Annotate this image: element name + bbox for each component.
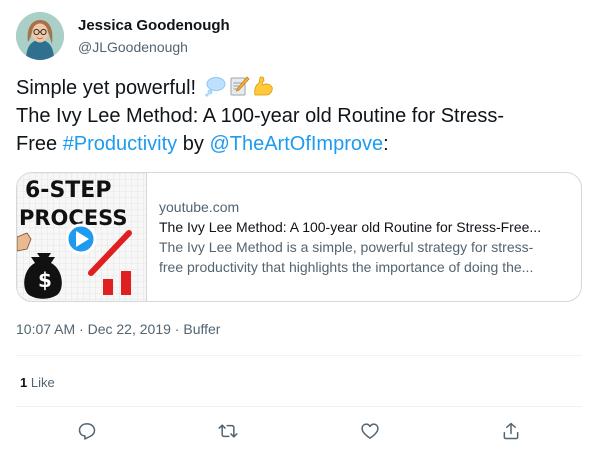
share-icon: [503, 422, 519, 440]
retweet-icon: [218, 424, 238, 438]
like-button[interactable]: [355, 416, 385, 446]
video-thumbnail-image: 6-STEP PROCESS $: [17, 173, 146, 301]
user-handle[interactable]: @JLGoodenough: [78, 37, 230, 57]
tweet-line-3-prefix: Free: [16, 133, 63, 155]
tweet-text: Simple yet powerful! The Ivy Lee Method:…: [16, 74, 586, 158]
retweet-button[interactable]: [213, 416, 243, 446]
card-description-line2: free productivity that highlights the im…: [159, 259, 534, 275]
thumbnail-title-line1: 6-STEP: [25, 178, 111, 203]
tweet-line-1: Simple yet powerful!: [16, 77, 197, 99]
hashtag-link[interactable]: #Productivity: [63, 133, 178, 155]
tweet-line-2: The Ivy Lee Method: A 100-year old Routi…: [16, 105, 505, 127]
card-title: The Ivy Lee Method: A 100-year old Routi…: [159, 219, 542, 235]
likes-label: Like: [27, 375, 55, 390]
tweet-source[interactable]: Buffer: [183, 321, 220, 337]
like-icon: [361, 423, 379, 439]
memo-icon: [228, 75, 250, 97]
display-name[interactable]: Jessica Goodenough: [78, 16, 230, 36]
tweet-header: Jessica Goodenough @JLGoodenough: [16, 12, 230, 60]
share-button[interactable]: [496, 416, 526, 446]
thumbnail-bag-symbol: $: [38, 268, 52, 292]
meta-separator: ·: [170, 321, 184, 337]
card-description-line1: The Ivy Lee Method is a simple, powerful…: [159, 239, 534, 255]
tweet-actions: [16, 416, 582, 446]
tweet-by-text: by: [177, 133, 210, 155]
mention-link[interactable]: @TheArtOfImprove: [209, 133, 383, 155]
tweet-date[interactable]: Dec 22, 2019: [88, 321, 171, 337]
meta-separator: ·: [75, 321, 88, 337]
link-card[interactable]: 6-STEP PROCESS $ youtube.com The Ivy Lee…: [16, 172, 582, 302]
tweet-time[interactable]: 10:07 AM: [16, 321, 75, 337]
tweet-stats[interactable]: 1 Like: [20, 374, 55, 392]
reply-button[interactable]: [72, 416, 102, 446]
divider: [16, 355, 582, 356]
divider: [16, 406, 582, 407]
avatar[interactable]: [16, 12, 64, 60]
thought-balloon-icon: [204, 75, 226, 97]
person-avatar-icon: [16, 12, 64, 60]
tweet-suffix: :: [383, 133, 389, 155]
flexed-biceps-icon: [252, 75, 274, 97]
tweet-meta: 10:07 AM · Dec 22, 2019 · Buffer: [16, 320, 220, 338]
reply-icon: [78, 423, 96, 440]
card-thumbnail[interactable]: 6-STEP PROCESS $: [17, 173, 147, 301]
card-domain: youtube.com: [159, 199, 240, 215]
